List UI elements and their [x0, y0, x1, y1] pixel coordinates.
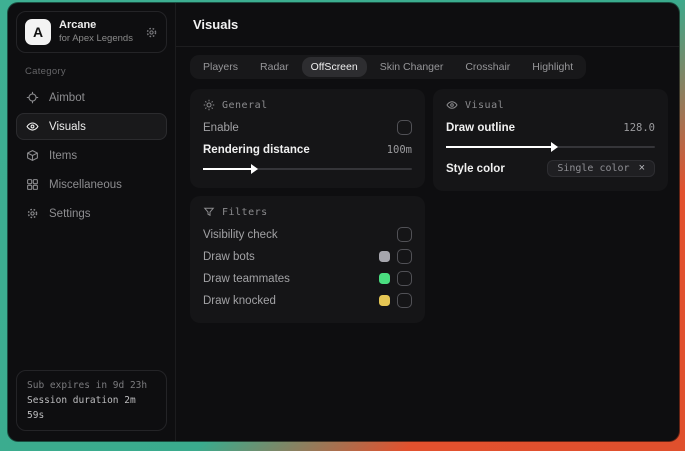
sub-expiry-text: Sub expires in 9d 23h: [27, 380, 148, 391]
sidebar-item-label: Visuals: [49, 120, 86, 133]
visual-card: Visual Draw outline 128.0 Style color Si…: [433, 89, 668, 191]
enable-checkbox[interactable]: [397, 120, 412, 135]
filters-card-header: Filters: [203, 206, 412, 218]
sidebar-item-label: Aimbot: [49, 91, 85, 104]
enable-label: Enable: [203, 121, 239, 134]
visibility-check-row: Visibility check: [203, 224, 412, 245]
tab-skin-changer[interactable]: Skin Changer: [371, 57, 453, 77]
sidebar-nav: Aimbot Visuals Items Miscellaneous Setti…: [8, 84, 175, 227]
tab-crosshair[interactable]: Crosshair: [456, 57, 519, 77]
style-color-tag-label: Single color: [557, 163, 630, 174]
draw-bots-color-swatch[interactable]: [379, 251, 390, 262]
draw-bots-row: Draw bots: [203, 246, 412, 267]
sidebar-item-label: Miscellaneous: [49, 178, 122, 191]
visual-card-header: Visual: [446, 99, 655, 111]
gear-icon[interactable]: [145, 26, 158, 39]
draw-knocked-color-swatch[interactable]: [379, 295, 390, 306]
draw-knocked-label: Draw knocked: [203, 294, 276, 307]
draw-outline-label: Draw outline: [446, 121, 516, 134]
general-card-header: General: [203, 99, 412, 111]
app-name: Arcane: [59, 19, 97, 32]
style-color-label: Style color: [446, 162, 505, 175]
tab-bar: Players Radar OffScreen Skin Changer Cro…: [190, 55, 587, 79]
grid-icon: [26, 178, 39, 191]
page-title: Visuals: [193, 17, 239, 32]
draw-bots-label: Draw bots: [203, 250, 255, 263]
draw-teammates-label: Draw teammates: [203, 272, 290, 285]
draw-teammates-color-swatch[interactable]: [379, 273, 390, 284]
sidebar-item-miscellaneous[interactable]: Miscellaneous: [16, 171, 167, 198]
close-icon[interactable]: ×: [639, 163, 645, 174]
app-window: A Arcane for Apex Legends Category Aimbo…: [8, 3, 679, 441]
tab-highlight[interactable]: Highlight: [523, 57, 582, 77]
visibility-check-checkbox[interactable]: [397, 227, 412, 242]
filters-card: Filters Visibility check Draw bots Draw …: [190, 196, 425, 323]
visibility-check-label: Visibility check: [203, 228, 278, 241]
gear-icon: [26, 207, 39, 220]
enable-row: Enable: [203, 117, 412, 138]
sidebar-item-settings[interactable]: Settings: [16, 200, 167, 227]
app-logo: A: [25, 19, 51, 45]
crosshair-icon: [26, 91, 39, 104]
tab-offscreen[interactable]: OffScreen: [301, 57, 367, 77]
subscription-status-card: Sub expires in 9d 23h Session duration 2…: [16, 370, 167, 431]
rendering-distance-label: Rendering distance: [203, 143, 310, 156]
style-color-tag[interactable]: Single color ×: [547, 160, 655, 177]
sidebar-item-label: Settings: [49, 207, 91, 220]
draw-outline-row: Draw outline 128.0: [446, 117, 655, 138]
app-header-card: A Arcane for Apex Legends: [16, 11, 167, 53]
rendering-distance-slider[interactable]: [203, 163, 412, 175]
package-icon: [26, 149, 39, 162]
draw-knocked-checkbox[interactable]: [397, 293, 412, 308]
tab-radar[interactable]: Radar: [251, 57, 298, 77]
sidebar-item-items[interactable]: Items: [16, 142, 167, 169]
app-title-block: Arcane for Apex Legends: [59, 19, 133, 45]
sun-icon: [203, 99, 215, 111]
sidebar-item-visuals[interactable]: Visuals: [16, 113, 167, 140]
tab-players[interactable]: Players: [194, 57, 247, 77]
card-title: Visual: [465, 99, 505, 111]
eye-icon: [446, 99, 458, 111]
rendering-distance-value: 100m: [386, 143, 412, 156]
app-subtitle: for Apex Legends: [59, 32, 133, 44]
draw-outline-value: 128.0: [623, 121, 655, 134]
card-title: General: [222, 99, 268, 111]
slider-fill[interactable]: [203, 164, 259, 174]
funnel-icon: [203, 206, 215, 218]
general-card: General Enable Rendering distance 100m: [190, 89, 425, 188]
draw-teammates-checkbox[interactable]: [397, 271, 412, 286]
main-header: Visuals: [176, 3, 679, 47]
draw-outline-slider[interactable]: [446, 141, 655, 153]
eye-icon: [26, 120, 39, 133]
card-title: Filters: [222, 206, 268, 218]
session-duration-text: Session duration 2m 59s: [27, 395, 136, 421]
style-color-row: Style color Single color ×: [446, 158, 655, 179]
sidebar-item-aimbot[interactable]: Aimbot: [16, 84, 167, 111]
draw-bots-checkbox[interactable]: [397, 249, 412, 264]
draw-knocked-row: Draw knocked: [203, 290, 412, 311]
category-label: Category: [25, 66, 66, 77]
sidebar-item-label: Items: [49, 149, 78, 162]
slider-fill[interactable]: [446, 142, 557, 152]
main-panel: Visuals Players Radar OffScreen Skin Cha…: [176, 3, 679, 441]
sidebar: A Arcane for Apex Legends Category Aimbo…: [8, 3, 176, 441]
rendering-distance-row: Rendering distance 100m: [203, 139, 412, 160]
draw-teammates-row: Draw teammates: [203, 268, 412, 289]
